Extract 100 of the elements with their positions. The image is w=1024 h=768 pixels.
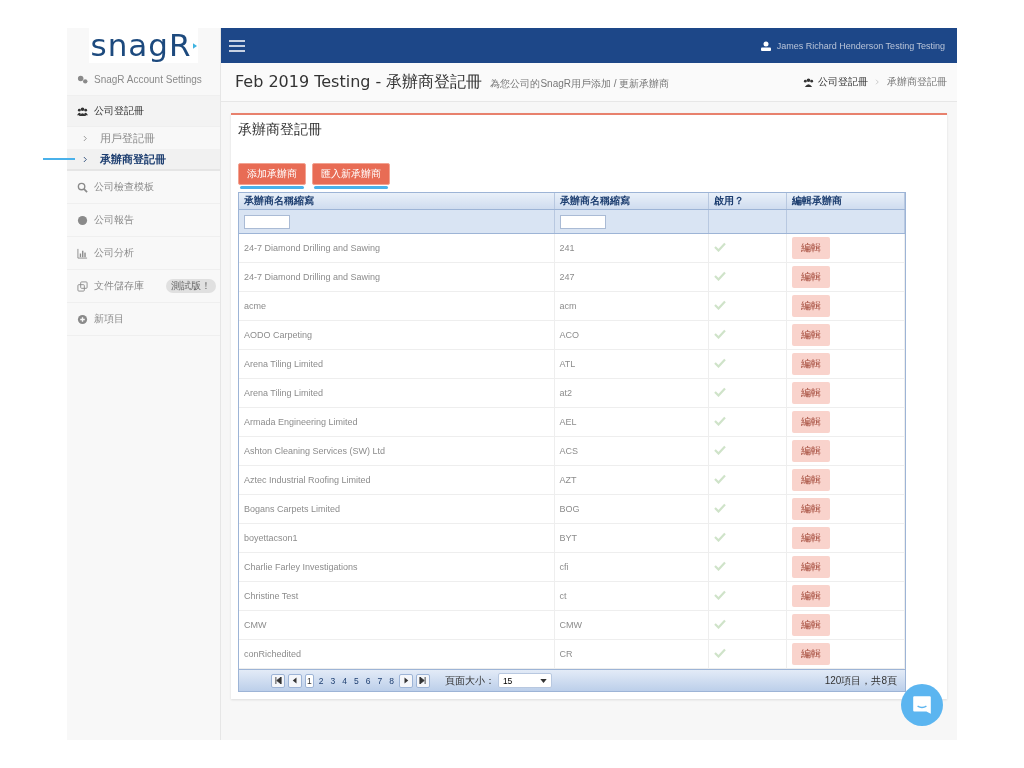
next-page-button[interactable] — [398, 673, 413, 688]
table-cell: ATL — [554, 349, 708, 379]
edit-button[interactable]: 編輯 — [791, 440, 830, 462]
page-number[interactable]: 3 — [328, 673, 338, 688]
last-page-button[interactable] — [415, 673, 430, 688]
logo: snagR — [89, 28, 198, 63]
table-cell: Aztec Industrial Roofing Limited — [239, 465, 554, 495]
page-size-select[interactable]: 15 — [497, 673, 552, 688]
prev-page-icon — [292, 677, 298, 684]
table-cell: 241 — [554, 233, 708, 263]
column-header[interactable]: 啟用？ — [708, 193, 786, 210]
column-header[interactable]: 編輯承辦商 — [786, 193, 905, 210]
edit-button[interactable]: 編輯 — [791, 411, 830, 433]
sidebar-item-label: 新項目 — [94, 312, 124, 326]
menu-icon — [229, 39, 245, 52]
column-header[interactable]: 承辦商名稱縮寫 — [554, 193, 708, 210]
edit-button[interactable]: 編輯 — [791, 585, 830, 607]
filter-field[interactable] — [244, 214, 290, 229]
table-cell: Charlie Farley Investigations — [239, 552, 554, 582]
page-summary: 120項目，共8頁 — [824, 673, 897, 688]
page-title: Feb 2019 Testing - 承辦商登記冊 — [235, 71, 483, 93]
table-cell: AODO Carpeting — [239, 320, 554, 350]
table-cell: CR — [554, 639, 708, 669]
edit-button[interactable]: 編輯 — [791, 643, 830, 665]
edit-button[interactable]: 編輯 — [791, 266, 830, 288]
table-cell: ACS — [554, 436, 708, 466]
table-cell: ACO — [554, 320, 708, 350]
sidebar-item-label: SnagR Account Settings — [94, 73, 202, 85]
chat-icon — [911, 694, 933, 716]
table-cell: at2 — [554, 378, 708, 408]
table-cell: BYT — [554, 523, 708, 553]
arrow-icon — [192, 42, 197, 49]
table-cell: Arena Tiling Limited — [239, 378, 554, 408]
table-cell: CMW — [554, 610, 708, 640]
table-cell: CMW — [239, 610, 554, 640]
table-cell: conRichedited — [239, 639, 554, 669]
table-cell: 24-7 Diamond Drilling and Sawing — [239, 233, 554, 263]
action-button[interactable]: 匯入新承辦商 — [312, 163, 390, 185]
table-cell: Arena Tiling Limited — [239, 349, 554, 379]
copy-icon — [77, 280, 88, 292]
next-page-icon — [402, 677, 409, 684]
sidebar-item-label: 文件儲存庫 — [94, 279, 144, 293]
chevron-icon — [875, 79, 880, 85]
edit-button[interactable]: 編輯 — [791, 498, 830, 520]
page-number[interactable]: 8 — [387, 673, 396, 688]
page-number[interactable]: 1 — [305, 673, 314, 688]
table-cell: Bogans Carpets Limited — [239, 494, 554, 524]
table-cell: Ashton Cleaning Services (SW) Ltd — [239, 436, 554, 466]
edit-button[interactable]: 編輯 — [791, 237, 830, 259]
table-cell: 24-7 Diamond Drilling and Sawing — [239, 262, 554, 292]
page-number[interactable]: 7 — [375, 673, 385, 688]
first-page-icon — [274, 677, 282, 684]
edit-button[interactable]: 編輯 — [791, 614, 830, 636]
edit-button[interactable]: 編輯 — [791, 324, 830, 346]
beta-badge: 測試版！ — [166, 279, 216, 293]
table-cell: AZT — [554, 465, 708, 495]
edit-button[interactable]: 編輯 — [791, 353, 830, 375]
page-size-label: 頁面大小： — [444, 673, 495, 688]
table-cell: acm — [554, 291, 708, 321]
sidebar-item-label: 公司檢查模板 — [94, 180, 154, 194]
page-number[interactable]: 6 — [363, 673, 373, 688]
page-number[interactable]: 4 — [340, 673, 349, 688]
people-icon — [803, 76, 814, 88]
user-name[interactable]: James Richard Henderson Testing Testing — [776, 40, 945, 51]
sidebar-item-label: 公司報告 — [94, 213, 134, 227]
edit-button[interactable]: 編輯 — [791, 556, 830, 578]
page-number[interactable]: 2 — [316, 673, 326, 688]
people-icon — [77, 105, 88, 117]
sidebar-subitem[interactable]: 承辦商登記冊 — [67, 149, 220, 171]
edit-button[interactable]: 編輯 — [791, 469, 830, 491]
breadcrumb-link[interactable]: 承辦商登記冊 — [887, 75, 947, 89]
edit-button[interactable]: 編輯 — [791, 527, 830, 549]
first-page-button[interactable] — [271, 673, 285, 688]
edit-button[interactable]: 編輯 — [791, 295, 830, 317]
sidebar-item[interactable]: 公司登記冊 — [67, 96, 220, 127]
action-button[interactable]: 添加承辦商 — [238, 163, 306, 185]
table-cell: BOG — [554, 494, 708, 524]
page-subtitle: 為您公司的SnagR用戶添加 / 更新承辦商 — [490, 77, 670, 91]
sidebar-subitem-label: 承辦商登記冊 — [100, 151, 166, 167]
table-cell: Christine Test — [239, 581, 554, 611]
panel-title: 承辦商登記冊 — [238, 121, 323, 139]
edit-button[interactable]: 編輯 — [791, 382, 830, 404]
last-page-icon — [419, 677, 427, 684]
table-cell: Armada Engineering Limited — [239, 407, 554, 437]
table-cell: acme — [239, 291, 554, 321]
prev-page-button[interactable] — [288, 673, 302, 688]
column-header[interactable]: 承辦商名稱縮寫 — [239, 193, 554, 210]
page-number[interactable]: 5 — [351, 673, 361, 688]
sidebar-item-label: 公司登記冊 — [94, 104, 144, 118]
table-cell: ct — [554, 581, 708, 611]
sidebar-subitem-label: 用戶登記冊 — [100, 130, 155, 146]
dropdown-caret-icon — [539, 678, 547, 683]
chevron-icon — [83, 155, 88, 163]
table-cell: AEL — [554, 407, 708, 437]
filter-field[interactable] — [559, 214, 606, 229]
menu-button[interactable] — [229, 39, 245, 52]
sidebar-item-label: 公司分析 — [94, 246, 134, 260]
breadcrumb-link[interactable]: 公司登記冊 — [818, 75, 868, 89]
plus-circle-icon — [77, 313, 88, 325]
search-icon — [77, 181, 88, 193]
